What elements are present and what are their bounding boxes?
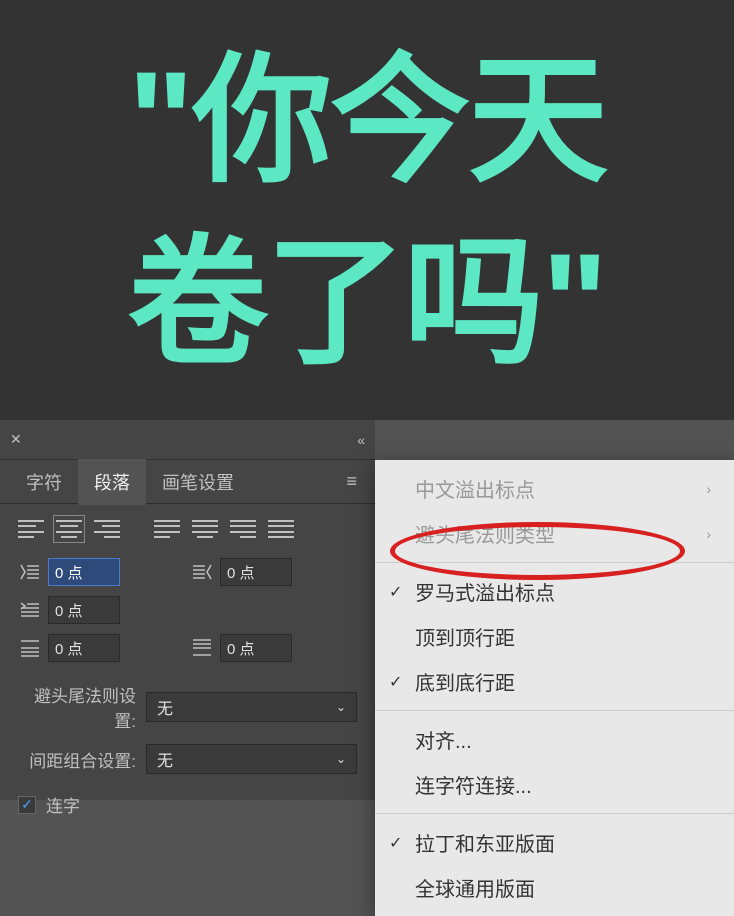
indent-right-icon xyxy=(190,562,214,582)
menu-kinsoku-type[interactable]: 避头尾法则类型 › xyxy=(375,511,734,556)
menu-separator xyxy=(375,562,734,563)
menu-world-ready[interactable]: 全球通用版面 xyxy=(375,865,734,910)
menu-bottom-to-bottom[interactable]: ✓ 底到底行距 xyxy=(375,659,734,704)
menu-top-to-top[interactable]: 顶到顶行距 xyxy=(375,614,734,659)
canvas-preview: "你今天 卷了吗" xyxy=(0,0,734,420)
kinsoku-dropdown[interactable]: 无 ⌄ xyxy=(146,692,357,722)
indent-left-input[interactable] xyxy=(48,558,120,586)
canvas-text: "你今天 卷了吗" xyxy=(20,30,714,394)
menu-separator xyxy=(375,710,734,711)
space-before-icon xyxy=(18,638,42,658)
menu-justification[interactable]: 对齐... xyxy=(375,717,734,762)
align-center-button[interactable] xyxy=(56,518,82,540)
justify-all-button[interactable] xyxy=(268,518,294,540)
menu-hyphenation[interactable]: 连字符连接... xyxy=(375,762,734,807)
tab-brush[interactable]: 画笔设置 xyxy=(146,459,250,505)
hyphenate-checkbox[interactable]: ✓ xyxy=(18,796,36,814)
menu-separator xyxy=(375,813,734,814)
space-after-icon xyxy=(190,638,214,658)
align-left-button[interactable] xyxy=(18,518,44,540)
chevron-right-icon: › xyxy=(706,481,711,497)
tab-paragraph[interactable]: 段落 xyxy=(78,459,146,505)
collapse-icon[interactable]: « xyxy=(357,432,365,448)
mojikumi-label: 间距组合设置: xyxy=(18,747,136,772)
menu-cjk-hanging[interactable]: 中文溢出标点 › xyxy=(375,466,734,511)
menu-roman-hanging[interactable]: ✓ 罗马式溢出标点 xyxy=(375,569,734,614)
hyphenate-label: 连字 xyxy=(46,792,80,817)
menu-latin-east[interactable]: ✓ 拉丁和东亚版面 xyxy=(375,820,734,865)
paragraph-panel: ✕ « 字符 段落 画笔设置 ≡ xyxy=(0,420,375,800)
justify-left-button[interactable] xyxy=(154,518,180,540)
first-line-indent-icon xyxy=(18,600,42,620)
justify-center-button[interactable] xyxy=(192,518,218,540)
first-line-indent-input[interactable] xyxy=(48,596,120,624)
check-icon: ✓ xyxy=(389,672,402,692)
mojikumi-dropdown[interactable]: 无 ⌄ xyxy=(146,744,357,774)
close-icon[interactable]: ✕ xyxy=(10,431,22,448)
kinsoku-label: 避头尾法则设置: xyxy=(18,682,136,732)
chevron-down-icon: ⌄ xyxy=(336,752,346,766)
space-after-input[interactable] xyxy=(220,634,292,662)
paragraph-flyout-menu: 中文溢出标点 › 避头尾法则类型 › ✓ 罗马式溢出标点 顶到顶行距 ✓ 底到底… xyxy=(375,460,734,916)
chevron-right-icon: › xyxy=(706,526,711,542)
tab-character[interactable]: 字符 xyxy=(10,459,78,505)
indent-right-input[interactable] xyxy=(220,558,292,586)
align-right-button[interactable] xyxy=(94,518,120,540)
indent-left-icon xyxy=(18,562,42,582)
chevron-down-icon: ⌄ xyxy=(336,700,346,714)
justify-right-button[interactable] xyxy=(230,518,256,540)
space-before-input[interactable] xyxy=(48,634,120,662)
panel-menu-icon[interactable]: ≡ xyxy=(338,471,365,492)
check-icon: ✓ xyxy=(389,833,402,853)
check-icon: ✓ xyxy=(389,582,402,602)
